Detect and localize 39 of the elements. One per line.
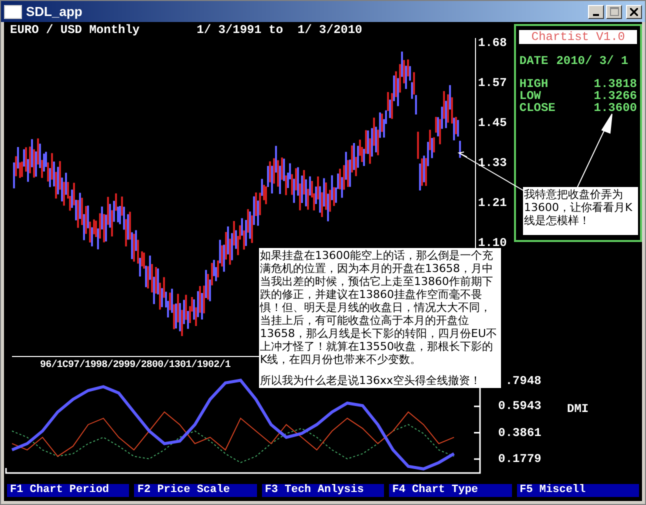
- close-button[interactable]: [626, 4, 642, 18]
- indicator-axis-label: 0.5943: [497, 399, 542, 414]
- value-number: 1.3818: [594, 78, 637, 90]
- value-label: HIGH: [519, 78, 548, 90]
- function-key-menu[interactable]: F1 Chart Period: [7, 484, 130, 496]
- maximize-button[interactable]: [606, 4, 622, 18]
- instrument-label: EURO / USD Monthly: [10, 23, 140, 37]
- indicator-axis-label: .7948: [504, 374, 542, 388]
- function-key-menu[interactable]: F3 Tech Anlysis: [262, 484, 384, 496]
- function-key-menu[interactable]: F4 Chart Type: [389, 484, 512, 496]
- close-icon: [630, 8, 638, 16]
- value-number: 1.3600: [594, 102, 637, 114]
- note-text: 如果挂盘在13600能空上的话，那么倒是一个充满危机的位置，因为本月的开盘在13658，月中当我出差的时候，预估它上走至13860作前期下跌的修正，并建议在13860挂盘作空而毫不畏惧！但、明天是月线的收盘日，情况大大不同，当挂上后，有可能收盘位高于本月的开盘位13658，那么月线是长下影的转阳，四月份EU不上冲才怪了！就算在13550收盘，那根长下影的K线，在四月份也带来不少变数。: [260, 249, 498, 366]
- function-key-menu[interactable]: F2 Price Scale: [134, 484, 257, 496]
- value-number: 1.3266: [594, 90, 637, 102]
- date-value: 2010/ 3/ 1: [556, 54, 628, 68]
- price-axis-label: 1.45: [477, 117, 507, 129]
- minimize-icon: [593, 14, 599, 16]
- value-label: CLOSE: [519, 102, 556, 114]
- note-text: 所以我为什么老是说136xx空头得全线撤资！: [260, 374, 482, 387]
- price-axis-label: 1.21: [477, 197, 507, 209]
- app-icon: [4, 4, 22, 18]
- indicator-name: DMI: [567, 402, 589, 416]
- value-label: LOW: [519, 90, 541, 102]
- maximize-icon: [610, 7, 618, 16]
- price-axis-label: 1.33: [477, 157, 507, 169]
- date-range: 1/ 3/1991 to 1/ 3/2010: [196, 23, 362, 37]
- function-key-menu[interactable]: F5 Miscell: [516, 484, 640, 496]
- price-axis-label: 1.57: [477, 77, 507, 89]
- price-axis-label: 1.68: [477, 37, 507, 49]
- note-text: 我特意把收盘价弄为13600，让你看看月K线是怎模样！: [524, 188, 634, 227]
- time-axis-label: 96/1C97/1998/2999/2800/1301/1902/1: [40, 360, 230, 371]
- price-axis-label: 1.10: [477, 237, 507, 249]
- date-label: DATE: [519, 54, 548, 68]
- window-title: SDL_app: [26, 4, 82, 19]
- indicator-axis-label: 0.3861: [497, 426, 542, 440]
- indicator-axis-label: 0.1779: [497, 452, 542, 466]
- minimize-button[interactable]: [588, 4, 604, 18]
- app-version-label: Chartist V1.0: [519, 30, 637, 44]
